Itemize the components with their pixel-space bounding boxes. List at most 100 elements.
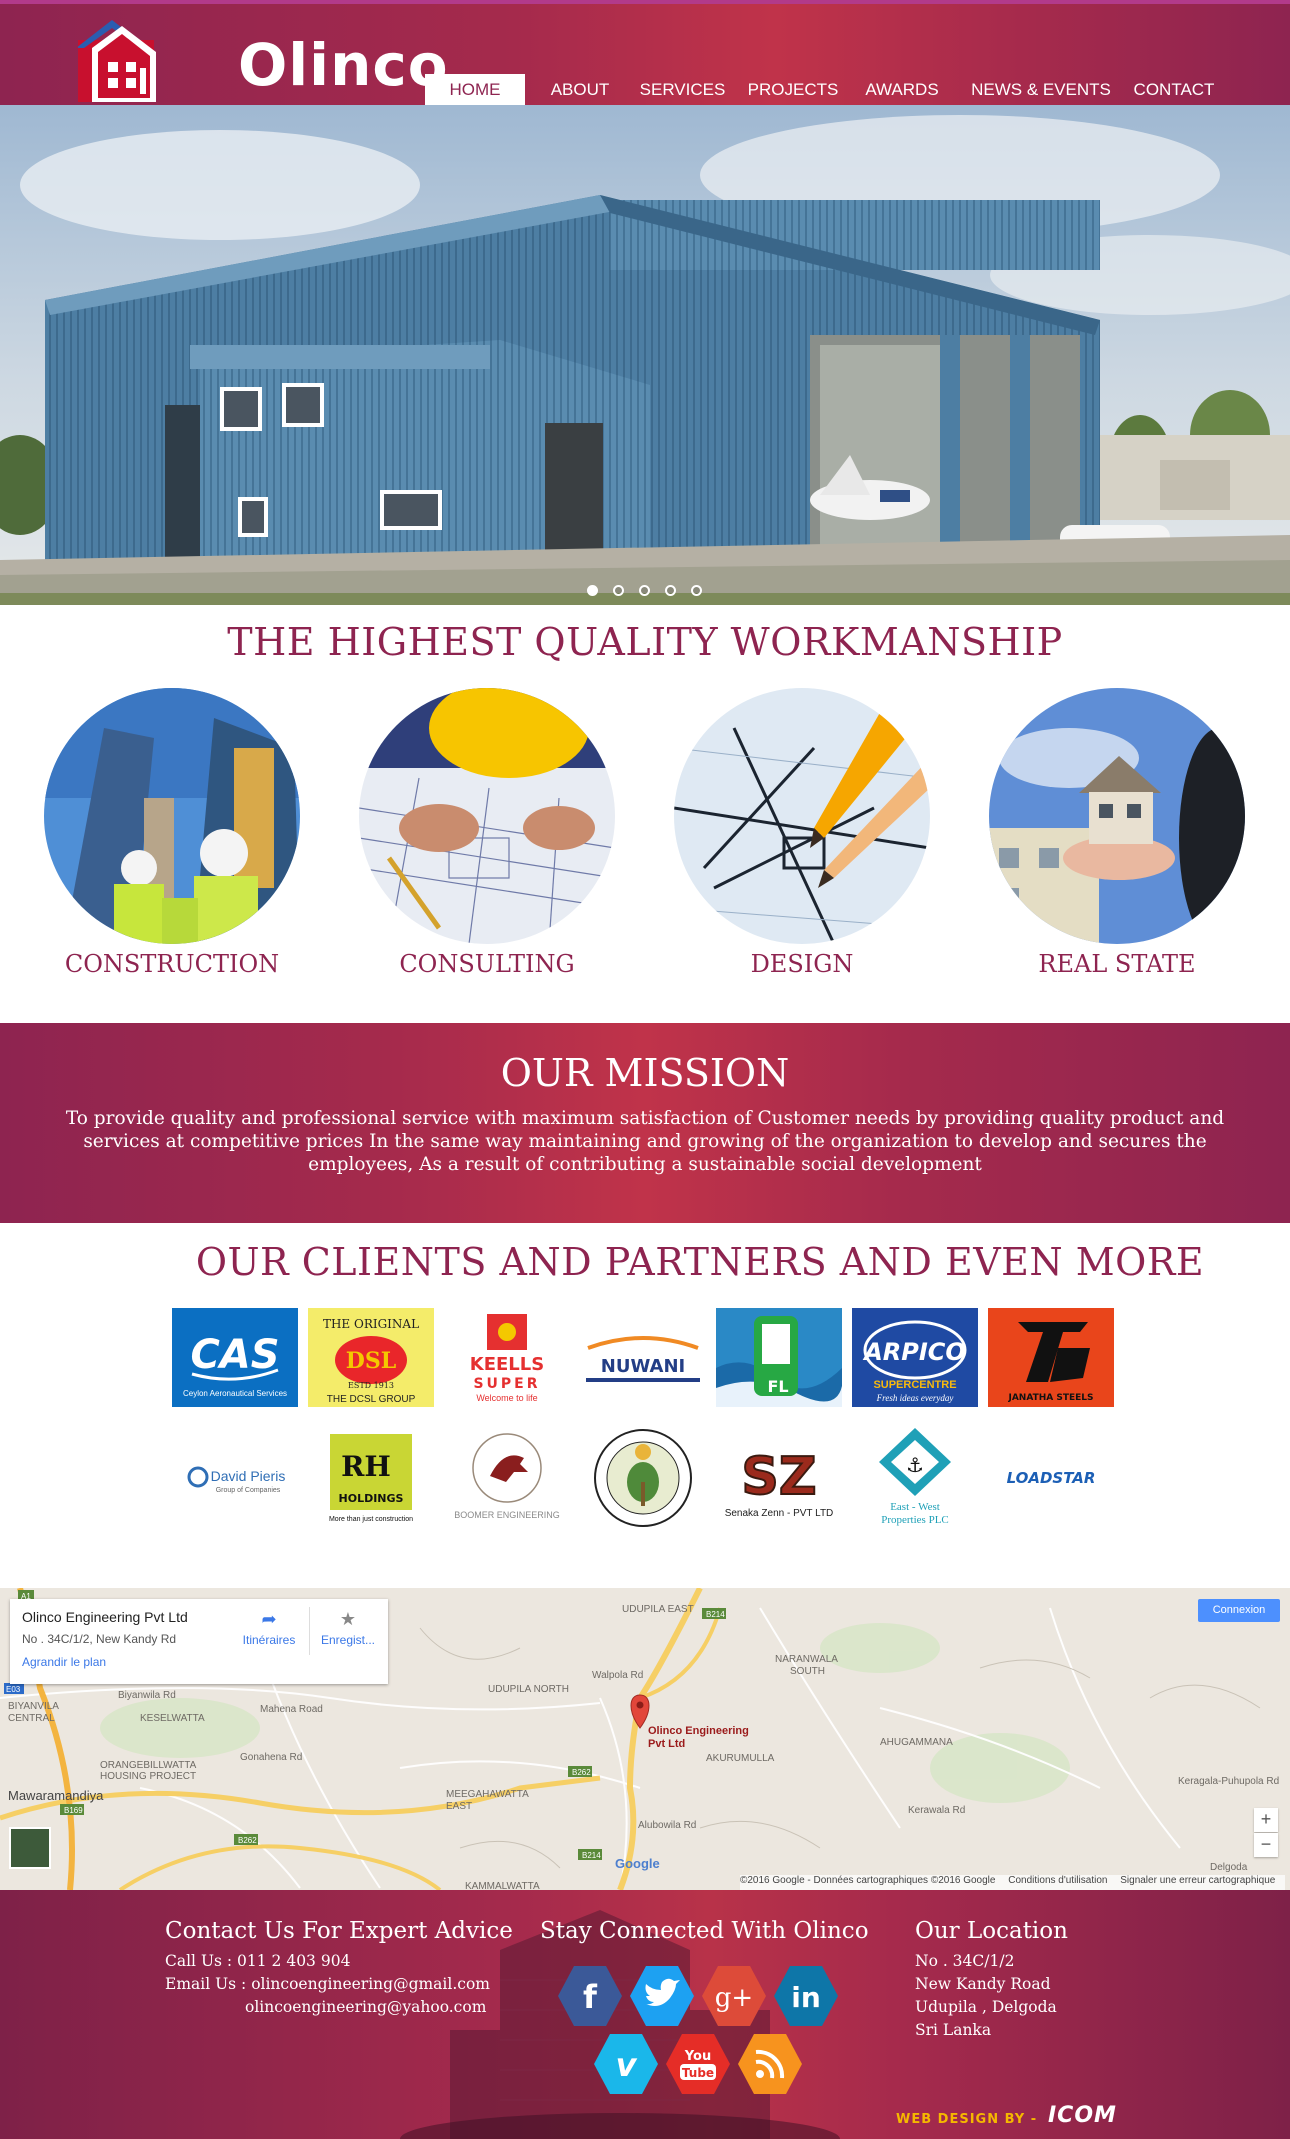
rss-icon[interactable] xyxy=(738,2032,802,2096)
keells-sub: Welcome to life xyxy=(476,1393,537,1403)
map-signin-button[interactable]: Connexion xyxy=(1198,1599,1280,1622)
warehouse-photo xyxy=(0,105,1290,605)
nav-contact[interactable]: CONTACT xyxy=(1126,74,1222,105)
map-enlarge-link[interactable]: Agrandir le plan xyxy=(22,1655,106,1669)
client-logo-david-pieris[interactable]: David Pieris Group of Companies xyxy=(172,1428,298,1527)
vimeo-icon[interactable]: v xyxy=(594,2032,658,2096)
site-header: Olinco HOME ABOUT SERVICES PROJECTS AWAR… xyxy=(0,0,1290,113)
map-label-meegahawatta: MEEGAHAWATTA xyxy=(446,1789,529,1800)
client-logo-nuwani[interactable]: NUWANI xyxy=(580,1308,706,1407)
facebook-glyph: f xyxy=(583,1978,598,2016)
linkedin-icon[interactable]: in xyxy=(774,1964,838,2028)
map-marker-label-1: Olinco Engineering xyxy=(648,1725,749,1737)
services-title: THE HIGHEST QUALITY WORKMANSHIP xyxy=(227,620,1063,664)
fl-name: FL xyxy=(767,1377,788,1396)
map-label-keragala-rd: Keragala-Puhupola Rd xyxy=(1178,1776,1279,1787)
client-logo-east-west[interactable]: ⚓ East - West Properties PLC xyxy=(852,1428,978,1527)
map-label-akurumulla: AKURUMULLA xyxy=(706,1753,775,1764)
olinco-logo[interactable]: Olinco xyxy=(76,18,458,113)
hero-slider[interactable] xyxy=(0,105,1290,605)
map-directions-button[interactable]: ➦ Itinéraires xyxy=(234,1609,304,1647)
nav-services[interactable]: SERVICES xyxy=(635,74,730,105)
map-label-ahugammana: AHUGAMMANA xyxy=(880,1737,953,1748)
map-label-central: CENTRAL xyxy=(8,1713,55,1724)
client-logo-sz[interactable]: SZ Senaka Zenn - PVT LTD xyxy=(716,1428,842,1527)
zoom-in-button[interactable]: + xyxy=(1254,1808,1278,1832)
mission-text: To provide quality and professional serv… xyxy=(65,1108,1225,1175)
map-label-walpola-rd: Walpola Rd xyxy=(592,1670,643,1681)
nav-news-events[interactable]: NEWS & EVENTS xyxy=(966,74,1116,105)
nav-awards[interactable]: AWARDS xyxy=(856,74,948,105)
footer-location-line-1: No . 34C/1/2 xyxy=(915,1952,1015,1970)
vimeo-glyph: v xyxy=(616,2046,638,2084)
arpico-name: ARPICO xyxy=(862,1338,966,1366)
arpico-name2: SUPERCENTRE xyxy=(873,1379,956,1391)
map-copyright: ©2016 Google - Données cartographiques ©… xyxy=(740,1875,996,1886)
map-label-biyanvila: BIYANVILA xyxy=(8,1701,59,1712)
zoom-out-button[interactable]: − xyxy=(1254,1833,1278,1857)
logo-text: Olinco xyxy=(238,31,449,99)
consulting-image xyxy=(359,688,615,944)
google-plus-icon[interactable]: g+ xyxy=(702,1964,766,2028)
map-report-link[interactable]: Signaler une erreur cartographique xyxy=(1120,1875,1275,1886)
map-label-udupila-east: UDUPILA EAST xyxy=(622,1604,694,1615)
directions-icon: ➦ xyxy=(261,1609,277,1629)
client-logo-loadstar[interactable]: LOADSTAR xyxy=(988,1428,1114,1527)
footer-location-line-4: Sri Lanka xyxy=(915,2021,992,2039)
footer-location-column: Our Location No . 34C/1/2 New Kandy Road… xyxy=(915,1918,1068,2042)
map-label-orangebillwatta: ORANGEBILLWATTA xyxy=(100,1760,197,1771)
map-label-kerawala-rd: Kerawala Rd xyxy=(908,1805,965,1816)
client-logo-keells[interactable]: KEELLS SUPER Welcome to life xyxy=(444,1308,570,1407)
dsl-sub: THE DCSL GROUP xyxy=(327,1394,416,1405)
design-image xyxy=(674,688,930,944)
client-logo-dsl[interactable]: THE ORIGINAL DSL ESTD 1913 THE DCSL GROU… xyxy=(308,1308,434,1407)
satellite-toggle[interactable] xyxy=(9,1827,51,1869)
client-logo-fl[interactable]: FL xyxy=(716,1308,842,1407)
map-label-b169: B169 xyxy=(64,1806,83,1815)
map-footer: ©2016 Google - Données cartographiques ©… xyxy=(740,1875,1286,1890)
service-construction[interactable]: CONSTRUCTION xyxy=(44,688,300,988)
slider-dot-4[interactable] xyxy=(665,585,676,596)
client-logo-cas[interactable]: CAS Ceylon Aeronautical Services xyxy=(172,1308,298,1407)
twitter-icon[interactable] xyxy=(630,1964,694,2028)
client-logo-arpico[interactable]: ARPICO SUPERCENTRE Fresh ideas everyday xyxy=(852,1308,978,1407)
footer-credit-brand[interactable]: ICOM xyxy=(1048,2103,1117,2128)
nav-home[interactable]: HOME xyxy=(425,74,525,105)
map-save-label: Enregist... xyxy=(320,1633,376,1647)
service-consulting[interactable]: CONSULTING xyxy=(359,688,615,988)
map-label-b214-2: B214 xyxy=(582,1851,601,1860)
rh-name: RH xyxy=(341,1450,391,1483)
davidpieris-sub: Group of Companies xyxy=(216,1487,281,1494)
facebook-icon[interactable]: f xyxy=(558,1964,622,2028)
slider-dot-2[interactable] xyxy=(613,585,624,596)
footer-location-line-2: New Kandy Road xyxy=(915,1975,1051,1993)
client-logo-seal[interactable] xyxy=(580,1428,706,1527)
nav-projects[interactable]: PROJECTS xyxy=(743,74,843,105)
dsl-estd: ESTD 1913 xyxy=(348,1381,394,1390)
service-real-state[interactable]: REAL STATE xyxy=(989,688,1245,988)
mission-section: OUR MISSION To provide quality and profe… xyxy=(0,1023,1290,1223)
service-design[interactable]: DESIGN xyxy=(674,688,930,988)
map-save-button[interactable]: ★ Enregist... xyxy=(313,1609,383,1647)
footer-email-1[interactable]: Email Us : olincoengineering@gmail.com xyxy=(165,1973,513,1996)
house-logo-icon xyxy=(76,20,156,102)
nav-about[interactable]: ABOUT xyxy=(540,74,620,105)
map-label-housing-project: HOUSING PROJECT xyxy=(100,1771,196,1782)
footer-contact-title: Contact Us For Expert Advice xyxy=(165,1918,513,1944)
star-icon: ★ xyxy=(339,1609,357,1629)
google-map[interactable]: UDUPILA EAST NARANWALA SOUTH BIYANVILA C… xyxy=(0,1588,1290,1890)
client-logo-boomer[interactable]: BOOMER ENGINEERING xyxy=(444,1428,570,1527)
slider-dot-5[interactable] xyxy=(691,585,702,596)
construction-image xyxy=(44,688,300,944)
map-label-naranwala: NARANWALA xyxy=(775,1654,838,1665)
client-logo-rh-holdings[interactable]: RH HOLDINGS More than just construction xyxy=(308,1428,434,1527)
map-label-b262-2: B262 xyxy=(238,1836,257,1845)
map-terms-link[interactable]: Conditions d'utilisation xyxy=(1008,1875,1107,1886)
client-logo-janatha[interactable]: JANATHA STEELS xyxy=(988,1308,1114,1407)
slider-dot-1[interactable] xyxy=(587,585,598,596)
slider-dot-3[interactable] xyxy=(639,585,650,596)
youtube-glyph-2: Tube xyxy=(682,2066,714,2080)
footer-email-2[interactable]: olincoengineering@yahoo.com xyxy=(165,1996,513,2019)
footer-call[interactable]: Call Us : 011 2 403 904 xyxy=(165,1950,513,1973)
youtube-icon[interactable]: You Tube xyxy=(666,2032,730,2096)
